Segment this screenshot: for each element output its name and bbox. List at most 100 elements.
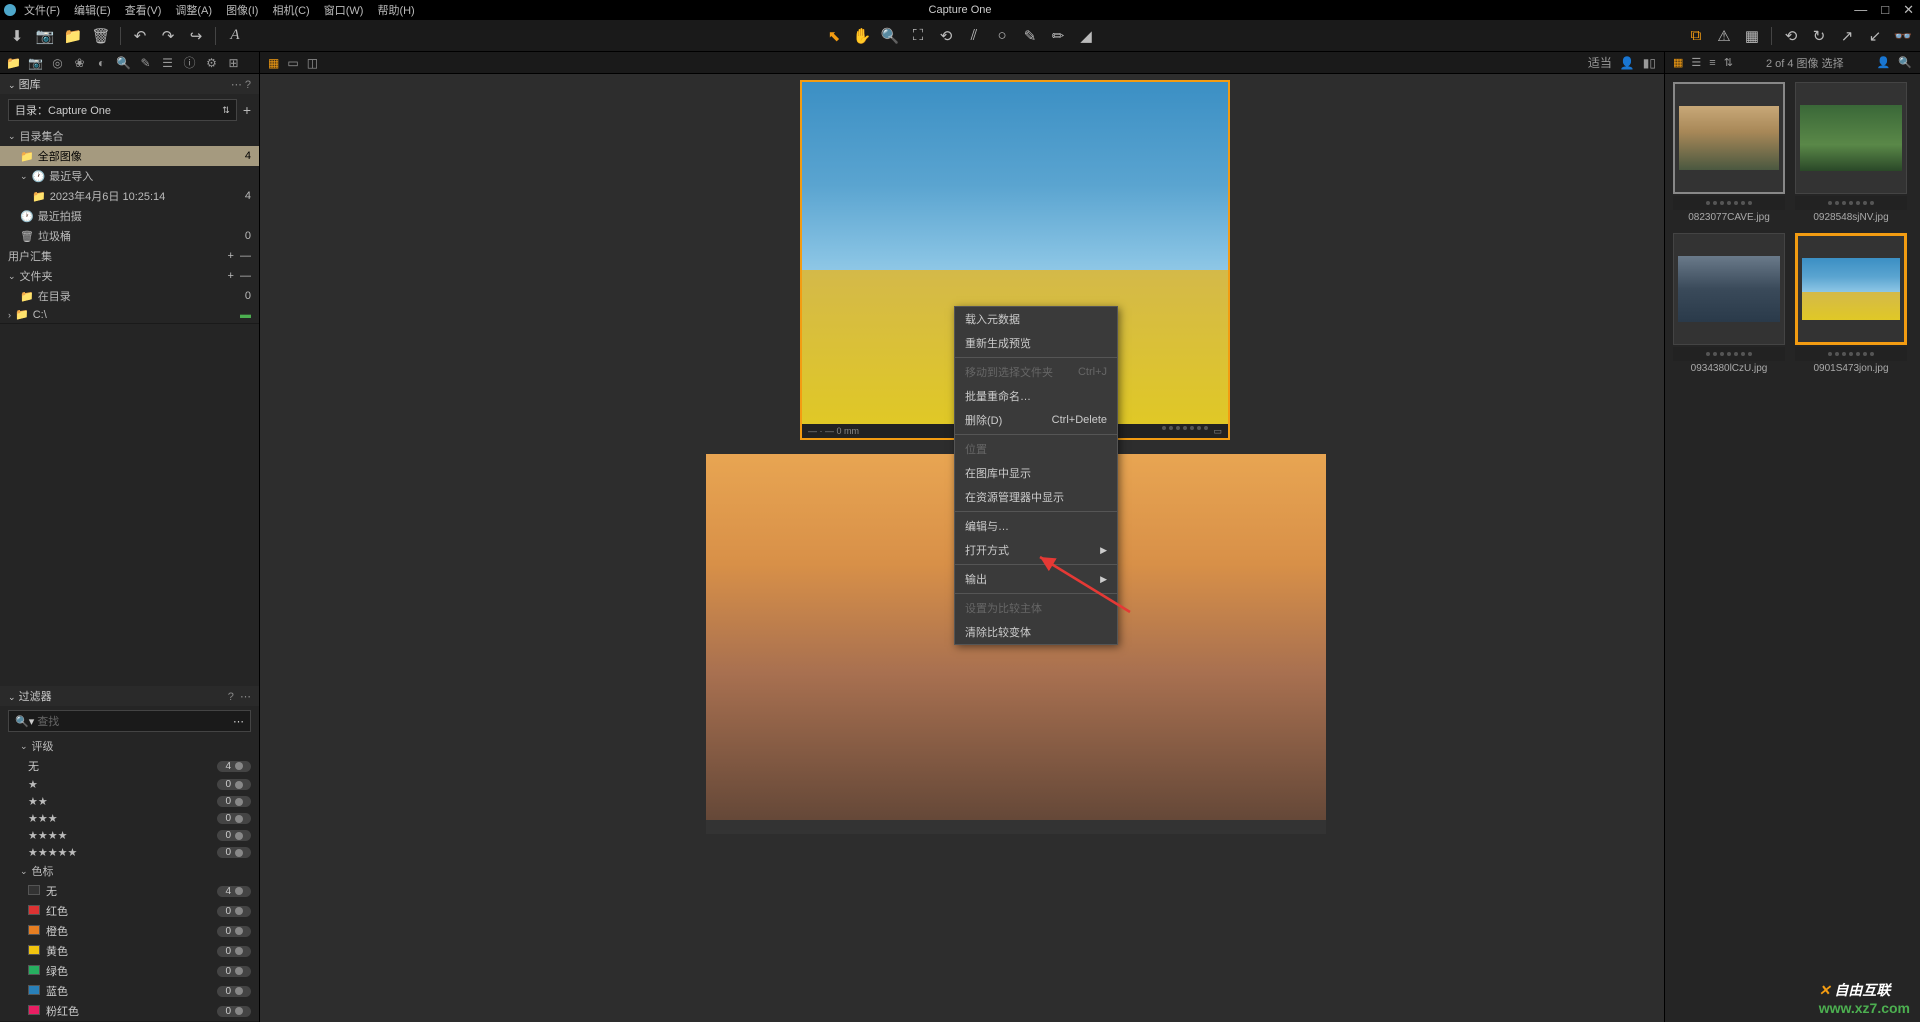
ctx-edit-with[interactable]: 编辑与… — [955, 514, 1117, 538]
grid-view-icon[interactable]: ▦ — [268, 56, 279, 70]
rotate-icon[interactable]: ⟲ — [937, 27, 955, 45]
in-catalog-row[interactable]: 📁 在目录0 — [0, 286, 259, 306]
zoom-icon[interactable]: 🔍 — [881, 27, 899, 45]
recent-import-row[interactable]: ⌄ 🕐 最近导入 — [0, 166, 259, 186]
rating-4[interactable]: ★★★★0 — [0, 827, 259, 844]
reset-icon[interactable]: ⟲ — [1782, 27, 1800, 45]
menu-camera[interactable]: 相机(C) — [272, 2, 309, 18]
single-view-icon[interactable]: ▭ — [287, 56, 298, 70]
tab-library-icon[interactable]: 📁 — [6, 55, 21, 70]
eraser-icon[interactable]: ◢ — [1077, 27, 1095, 45]
maximize-button[interactable]: □ — [1881, 2, 1889, 18]
search2-icon[interactable]: 🔍 — [1898, 56, 1912, 69]
undo-icon[interactable]: ↶ — [131, 27, 149, 45]
recent-import-date-row[interactable]: 📁 2023年4月6日 10:25:144 — [0, 186, 259, 206]
camera-icon[interactable]: 📷 — [36, 27, 54, 45]
tab-capture-icon[interactable]: 📷 — [28, 55, 43, 70]
glasses-icon[interactable]: 👓 — [1894, 27, 1912, 45]
ctx-regenerate-preview[interactable]: 重新生成预览 — [955, 331, 1117, 355]
cursor-icon[interactable]: ⬉ — [825, 27, 843, 45]
menu-file[interactable]: 文件(F) — [24, 2, 60, 18]
thumbnail-4[interactable]: 0901S473jon.jpg — [1795, 233, 1907, 374]
keystone-icon[interactable]: ⫽ — [965, 27, 983, 45]
menu-edit[interactable]: 编辑(E) — [74, 2, 111, 18]
rating-2[interactable]: ★★0 — [0, 793, 259, 810]
color-yellow[interactable]: 黄色0 — [0, 941, 259, 961]
menu-adjust[interactable]: 调整(A) — [175, 2, 212, 18]
color-green[interactable]: 绿色0 — [0, 961, 259, 981]
ctx-export[interactable]: 输出▶ — [955, 567, 1117, 591]
tab-details-icon[interactable]: 🔍 — [116, 55, 131, 70]
redo-icon[interactable]: ↷ — [159, 27, 177, 45]
color-none[interactable]: 无4 — [0, 881, 259, 901]
recent-capture-row[interactable]: 🕐 最近拍摄 — [0, 206, 259, 226]
tab-adjust-icon[interactable]: ☰ — [160, 55, 175, 70]
menu-image[interactable]: 图像(I) — [226, 2, 258, 18]
warning-icon[interactable]: ⚠ — [1715, 27, 1733, 45]
folders-header-row[interactable]: ⌄ 文件夹+ — — [0, 266, 259, 286]
color-blue[interactable]: 蓝色0 — [0, 981, 259, 1001]
user-icon[interactable]: 👤 — [1620, 56, 1635, 70]
tab-output-icon[interactable]: ⚙ — [204, 55, 219, 70]
text-style-icon[interactable]: A — [226, 27, 244, 45]
battery-icon[interactable]: ▮▯ — [1643, 56, 1656, 70]
rating-3[interactable]: ★★★0 — [0, 810, 259, 827]
thumb-detail-icon[interactable]: ≡ — [1709, 57, 1715, 69]
ctx-open-with[interactable]: 打开方式▶ — [955, 538, 1117, 562]
thumbnail-2[interactable]: 0928548sjNV.jpg — [1795, 82, 1907, 223]
crop-icon[interactable]: ⛶ — [909, 27, 927, 45]
catalog-select[interactable]: 目录：Capture One⇅ — [8, 99, 237, 121]
rating-1[interactable]: ★0 — [0, 776, 259, 793]
trash-row[interactable]: 🗑 垃圾桶0 — [0, 226, 259, 246]
redo2-icon[interactable]: ↪ — [187, 27, 205, 45]
compare-icon[interactable]: ⧉ — [1687, 27, 1705, 45]
rating-group[interactable]: ⌄ 评级 — [0, 736, 259, 756]
library-header[interactable]: ⌄ 图库 ⋯ ? — [0, 74, 259, 94]
color-red[interactable]: 红色0 — [0, 901, 259, 921]
tab-lens-icon[interactable]: ◎ — [50, 55, 65, 70]
tab-exposure-icon[interactable]: ◐ — [94, 55, 109, 70]
ctx-clear-compare[interactable]: 清除比较变体 — [955, 620, 1117, 644]
color-orange[interactable]: 橙色0 — [0, 921, 259, 941]
menu-view[interactable]: 查看(V) — [125, 2, 162, 18]
delete-icon[interactable]: 🗑 — [92, 27, 110, 45]
ctx-delete[interactable]: 删除(D)Ctrl+Delete — [955, 408, 1117, 432]
copyadj-icon[interactable]: ↗ — [1838, 27, 1856, 45]
color-pink[interactable]: 粉红色0 — [0, 1001, 259, 1021]
thumb-grid-icon[interactable]: ▦ — [1673, 56, 1683, 69]
hand-icon[interactable]: ✋ — [853, 27, 871, 45]
collections-header[interactable]: ⌄ 目录集合 — [0, 126, 259, 146]
menu-window[interactable]: 窗口(W) — [324, 2, 364, 18]
ctx-show-explorer[interactable]: 在资源管理器中显示 — [955, 485, 1117, 509]
rating-5[interactable]: ★★★★★0 — [0, 844, 259, 861]
grid-icon[interactable]: ▦ — [1743, 27, 1761, 45]
drive-row[interactable]: › 📁 C:\▬ — [0, 306, 259, 323]
user-collections-row[interactable]: 用户汇集+ — — [0, 246, 259, 266]
tab-meta-icon[interactable]: ⓘ — [182, 55, 197, 70]
tab-local-icon[interactable]: ✎ — [138, 55, 153, 70]
filter-search[interactable]: 🔍▾ 查找⋯ — [8, 710, 251, 732]
rating-none[interactable]: 无4 — [0, 756, 259, 776]
tab-batch-icon[interactable]: ⊞ — [226, 55, 241, 70]
brush-icon[interactable]: ✎ — [1021, 27, 1039, 45]
thumbnail-1[interactable]: 0823077CAVE.jpg — [1673, 82, 1785, 223]
filter-header[interactable]: ⌄ 过滤器 ? ⋯ — [0, 686, 259, 706]
tab-color-icon[interactable]: ❀ — [72, 55, 87, 70]
minimize-button[interactable]: — — [1854, 2, 1867, 18]
spot-icon[interactable]: ○ — [993, 27, 1011, 45]
ctx-batch-rename[interactable]: 批量重命名… — [955, 384, 1117, 408]
thumb-list-icon[interactable]: ☰ — [1691, 56, 1701, 69]
all-images-row[interactable]: 📁 全部图像4 — [0, 146, 259, 166]
pasteadj-icon[interactable]: ↙ — [1866, 27, 1884, 45]
sort-icon[interactable]: ⇅ — [1724, 56, 1733, 69]
folder-icon[interactable]: 📁 — [64, 27, 82, 45]
color-group[interactable]: ⌄ 色标 — [0, 861, 259, 881]
refresh-icon[interactable]: ↻ — [1810, 27, 1828, 45]
add-catalog-button[interactable]: + — [243, 102, 251, 118]
menu-help[interactable]: 帮助(H) — [377, 2, 414, 18]
user2-icon[interactable]: 👤 — [1877, 56, 1891, 69]
ctx-show-library[interactable]: 在图库中显示 — [955, 461, 1117, 485]
import-icon[interactable]: ⬇ — [8, 27, 26, 45]
close-button[interactable]: ✕ — [1903, 2, 1914, 18]
split-view-icon[interactable]: ◫ — [307, 56, 318, 70]
